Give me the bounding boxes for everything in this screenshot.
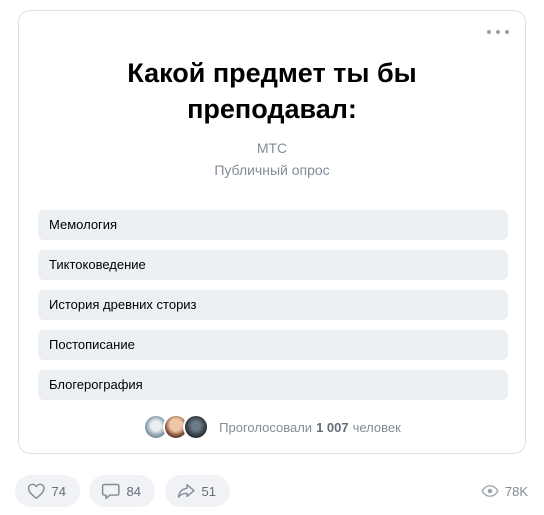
comment-button[interactable]: 84 [89,475,155,507]
views-count: 78K [504,483,528,499]
share-button[interactable]: 51 [165,475,230,507]
voter-avatars [143,414,210,440]
share-count: 51 [201,483,216,499]
poll-options: Мемология Тиктоковедение История древних… [38,210,508,410]
poll-type: Публичный опрос [214,162,330,178]
poll-author[interactable]: МТС [19,140,525,156]
poll-option-postopisanie[interactable]: Постописание [38,330,508,360]
poll-card: Какой предмет ты бы преподавал: МТС Публ… [18,10,526,454]
poll-option-istoriya-storiz[interactable]: История древних сториз [38,290,508,320]
dot [505,30,509,34]
views-counter: 78K [481,475,528,507]
comment-icon [101,483,120,500]
voters-summary[interactable]: Проголосовали 1 007 человек [19,414,525,440]
eye-icon [481,485,499,497]
dot [487,30,491,34]
comment-count: 84 [126,483,141,499]
like-button[interactable]: 74 [15,475,80,507]
more-options-icon[interactable] [487,27,509,37]
avatar [183,414,210,440]
poll-option-tiktokovedenie[interactable]: Тиктоковедение [38,250,508,280]
voters-prefix: Проголосовали [219,419,313,435]
dot [496,30,500,34]
share-icon [177,484,195,498]
post-footer: 74 84 51 78K [15,475,528,507]
poll-option-blogerografiya[interactable]: Блогерография [38,370,508,400]
poll-title: Какой предмет ты бы преподавал: [127,58,417,124]
voters-suffix: человек [352,419,401,435]
poll-option-memologiya[interactable]: Мемология [38,210,508,240]
like-count: 74 [51,483,66,499]
voters-count: 1 007 [316,419,349,435]
heart-icon [27,483,45,500]
